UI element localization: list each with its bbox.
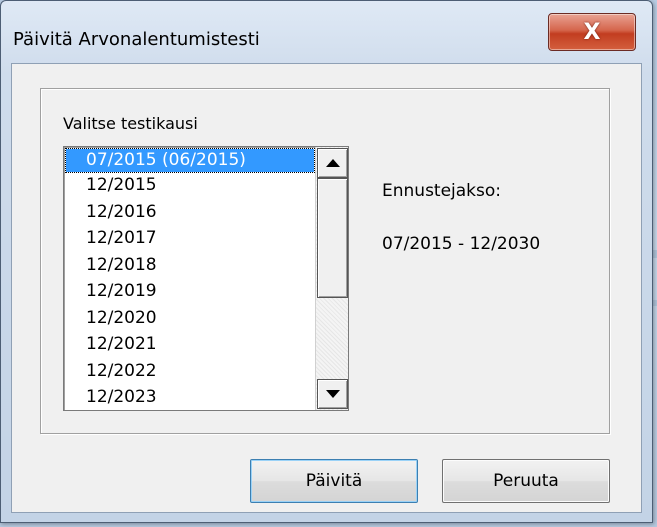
listbox-scrollbar[interactable] <box>315 147 348 410</box>
test-period-listbox[interactable]: 07/2015 (06/2015) 12/2015 12/2016 12/2017 12… <box>63 146 349 411</box>
list-item[interactable]: 12/2015 <box>64 172 348 199</box>
scroll-down-button[interactable] <box>317 379 348 409</box>
list-item[interactable]: 12/2022 <box>64 358 348 385</box>
forecast-period-label: Ennustejakso: <box>382 181 502 201</box>
test-period-frame: Valitse testikausi 07/2015 (06/2015) 12/2… <box>40 88 610 434</box>
list-item[interactable]: 12/2017 <box>64 225 348 252</box>
list-item[interactable]: 12/2021 <box>64 331 348 358</box>
list-item[interactable]: 12/2020 <box>64 305 348 332</box>
listbox-items: 07/2015 (06/2015) 12/2015 12/2016 12/2017 12… <box>64 148 348 410</box>
arrow-up-icon <box>325 159 340 167</box>
list-item[interactable]: 12/2018 <box>64 252 348 279</box>
update-button[interactable]: Päivitä <box>250 459 418 503</box>
forecast-period-value: 07/2015 - 12/2030 <box>382 234 541 254</box>
close-icon: X <box>583 19 601 45</box>
list-item[interactable]: 07/2015 (06/2015) <box>65 148 315 173</box>
cancel-button[interactable]: Peruuta <box>442 459 610 503</box>
test-period-label: Valitse testikausi <box>63 114 198 133</box>
list-item[interactable]: 12/2023 <box>64 384 348 410</box>
arrow-down-icon <box>325 390 340 398</box>
scroll-up-button[interactable] <box>317 148 348 178</box>
dialog-content: Valitse testikausi 07/2015 (06/2015) 12/2… <box>11 63 642 513</box>
list-item[interactable]: 12/2016 <box>64 199 348 226</box>
dialog-window: Päivitä Arvonalentumistesti X Valitse te… <box>0 0 653 523</box>
list-item[interactable]: 12/2019 <box>64 278 348 305</box>
scroll-thumb[interactable] <box>317 178 348 298</box>
close-button[interactable]: X <box>548 13 636 51</box>
title-bar[interactable]: Päivitä Arvonalentumistesti X <box>1 1 652 57</box>
window-title: Päivitä Arvonalentumistesti <box>13 29 260 50</box>
